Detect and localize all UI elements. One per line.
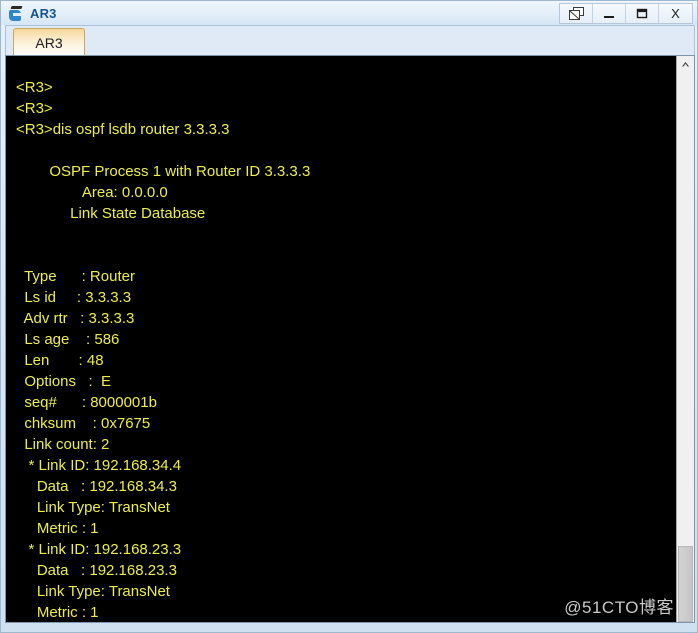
terminal-line: Data : 192.168.34.3 xyxy=(16,478,177,495)
terminal-line: chksum : 0x7675 xyxy=(16,415,151,432)
terminal-line: Metric : 1 xyxy=(16,604,99,621)
terminal-line: Link count: 2 xyxy=(16,436,110,453)
terminal-line: <R3> xyxy=(16,79,53,96)
close-window-button-label: X xyxy=(671,6,680,21)
terminal-output: <R3> <R3> <R3>dis ospf lsdb router 3.3.3.3… xyxy=(6,71,678,622)
tab-ar3-label: AR3 xyxy=(35,35,63,51)
terminal-line: seq# : 8000001b xyxy=(16,394,157,411)
terminal-window: AR3 X AR3 <R3> <R3> <R3>dis ospf lsdb ro… xyxy=(0,0,698,633)
tab-ar3[interactable]: AR3 xyxy=(13,28,85,57)
terminal-line: OSPF Process 1 with Router ID 3.3.3.3 xyxy=(16,163,311,180)
terminal-line: Link Type: TransNet xyxy=(16,499,170,516)
terminal-line: Link Type: TransNet xyxy=(16,583,170,600)
terminal-line: <R3> xyxy=(16,100,53,117)
restore-window-button[interactable] xyxy=(560,4,593,23)
terminal-scrollbar[interactable] xyxy=(676,56,694,622)
title-bar: AR3 X xyxy=(1,1,697,25)
terminal-line: Adv rtr : 3.3.3.3 xyxy=(16,310,135,327)
window-button-group: X xyxy=(559,3,693,24)
scroll-up-button[interactable] xyxy=(677,56,694,73)
terminal-line: Len : 48 xyxy=(16,352,104,369)
terminal-line: Area: 0.0.0.0 xyxy=(16,184,168,201)
terminal-line: Link State Database xyxy=(16,205,206,222)
terminal-line: Options : E xyxy=(16,373,112,390)
terminal-line: * Link ID: 192.168.23.3 xyxy=(16,541,182,558)
window-title: AR3 xyxy=(30,5,57,21)
close-window-button[interactable]: X xyxy=(659,4,692,23)
chevron-up-icon xyxy=(682,62,689,67)
terminal-panel[interactable]: <R3> <R3> <R3>dis ospf lsdb router 3.3.3.3… xyxy=(5,55,695,623)
terminal-line: Ls id : 3.3.3.3 xyxy=(16,289,132,306)
tab-bar: AR3 xyxy=(5,25,695,57)
router-icon xyxy=(8,5,25,22)
terminal-line: * Link ID: 192.168.34.4 xyxy=(16,457,182,474)
maximize-window-button[interactable] xyxy=(626,4,659,23)
scroll-thumb[interactable] xyxy=(678,546,693,622)
terminal-line: Data : 192.168.23.3 xyxy=(16,562,177,579)
terminal-line: Ls age : 586 xyxy=(16,331,120,348)
minimize-window-button[interactable] xyxy=(593,4,626,23)
terminal-line: <R3>dis ospf lsdb router 3.3.3.3 xyxy=(16,121,230,138)
terminal-line: Metric : 1 xyxy=(16,520,99,537)
terminal-line: Type : Router xyxy=(16,268,135,285)
